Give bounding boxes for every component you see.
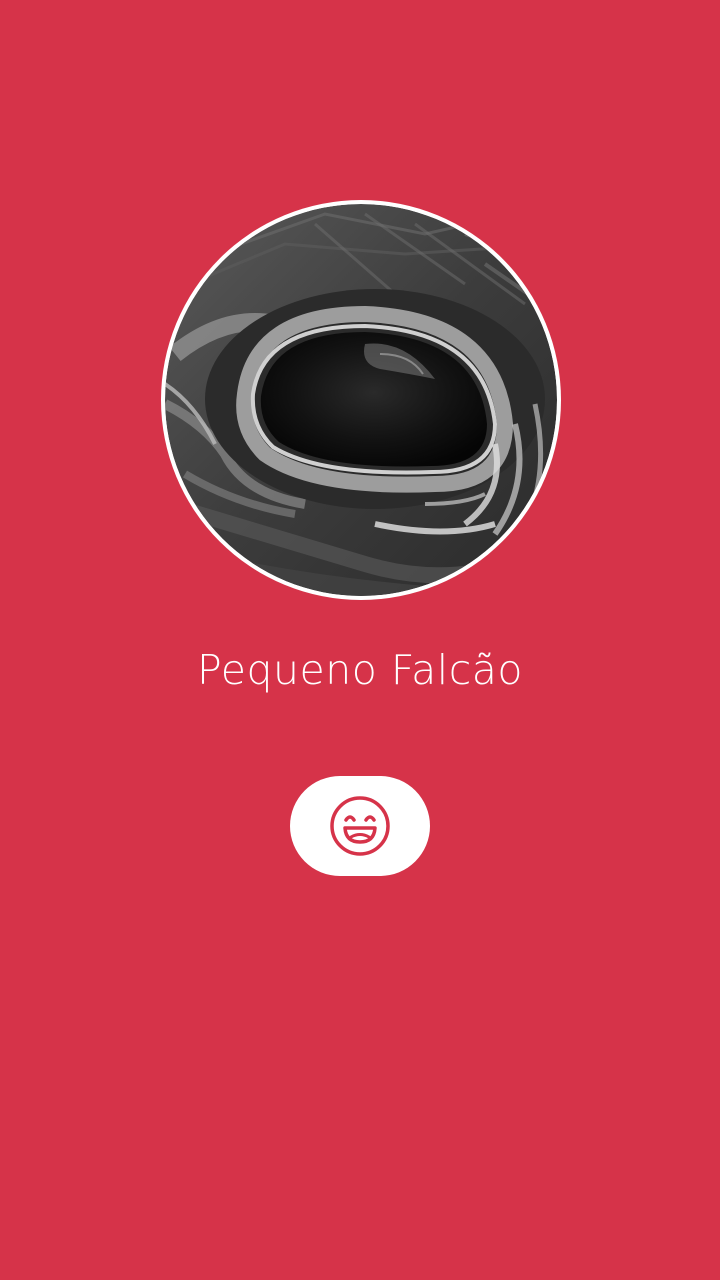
laughing-face-icon [330, 796, 390, 856]
profile-name: Pequeno Falcão [197, 646, 523, 694]
avatar-frame [161, 200, 561, 600]
reaction-button[interactable] [290, 776, 430, 876]
avatar[interactable] [165, 204, 557, 596]
profile-screen: Pequeno Falcão [0, 0, 720, 1280]
